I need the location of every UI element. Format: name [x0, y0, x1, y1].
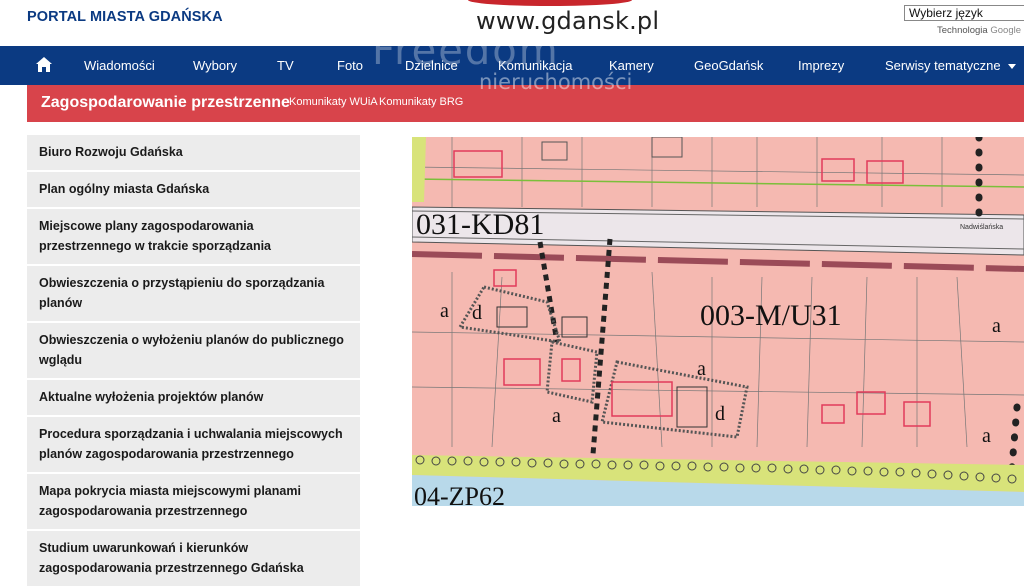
- sidebar-item-wylozenia-projektow[interactable]: Aktualne wyłożenia projektów planów: [27, 380, 360, 415]
- language-select[interactable]: Wybierz język: [904, 5, 1024, 21]
- link-komunikaty-brg[interactable]: Komunikaty BRG: [379, 96, 463, 108]
- section-title[interactable]: Zagospodarowanie przestrzenne: [41, 94, 290, 112]
- main-nav: Wiadomości Wybory TV Foto Dzielnice Komu…: [0, 46, 1024, 85]
- nav-item-imprezy[interactable]: Imprezy: [798, 46, 844, 85]
- map-label-a: a: [552, 405, 561, 427]
- sidebar-item-obwieszczenia-przystapienie[interactable]: Obwieszczenia o przystąpieniu do sporząd…: [27, 266, 360, 321]
- nav-item-serwisy[interactable]: Serwisy tematyczne: [885, 46, 1016, 85]
- map-label-street: Nadwiślańska: [960, 224, 1003, 231]
- nav-item-kamery[interactable]: Kamery: [609, 46, 654, 85]
- section-header: Zagospodarowanie przestrzenne Komunikaty…: [27, 85, 1024, 122]
- top-bar: PORTAL MIASTA GDAŃSKA www.gdansk.pl Wybi…: [0, 0, 1024, 46]
- sidebar-item-obwieszczenia-wylozenie[interactable]: Obwieszczenia o wyłożeniu planów do publ…: [27, 323, 360, 378]
- sidebar-item-mapa-pokrycia[interactable]: Mapa pokrycia miasta miejscowymi planami…: [27, 474, 360, 529]
- sidebar-item-studium[interactable]: Studium uwarunkowań i kierunków zagospod…: [27, 531, 360, 586]
- map-label-a: a: [697, 358, 706, 380]
- sidebar-item-plan-ogolny[interactable]: Plan ogólny miasta Gdańska: [27, 172, 360, 207]
- logo-text: www.gdansk.pl: [476, 7, 660, 35]
- zoning-plan-svg: 031-KD81 003-M/U31 04-ZP62 Nadwiślańska …: [412, 137, 1024, 506]
- nav-item-wybory[interactable]: Wybory: [193, 46, 237, 85]
- map-label-green: 04-ZP62: [414, 482, 505, 506]
- map-label-a: a: [440, 300, 449, 322]
- sidebar-item-biuro-rozwoju[interactable]: Biuro Rozwoju Gdańska: [27, 135, 360, 170]
- sidebar-item-procedura[interactable]: Procedura sporządzania i uchwalania miej…: [27, 417, 360, 472]
- map-label-zone: 003-M/U31: [700, 299, 842, 332]
- map-label-a: a: [982, 425, 991, 447]
- translate-label: Technologia: [937, 25, 988, 36]
- nav-item-dzielnice[interactable]: Dzielnice: [405, 46, 458, 85]
- map-label-d: d: [715, 403, 725, 425]
- nav-item-komunikacja[interactable]: Komunikacja: [498, 46, 572, 85]
- sidebar-item-plany-w-trakcie[interactable]: Miejscowe plany zagospodarowania przestr…: [27, 209, 360, 264]
- nav-item-serwisy-label: Serwisy tematyczne: [885, 58, 1001, 73]
- logo-arc: [468, 0, 632, 6]
- nav-item-wiadomosci[interactable]: Wiadomości: [84, 46, 155, 85]
- map-label-d: d: [472, 302, 482, 324]
- google-translate-credit: Technologia Google: [937, 25, 1021, 36]
- portal-title[interactable]: PORTAL MIASTA GDAŃSKA: [27, 9, 223, 25]
- zoning-plan-map[interactable]: 031-KD81 003-M/U31 04-ZP62 Nadwiślańska …: [412, 137, 1024, 506]
- home-icon[interactable]: [35, 56, 53, 73]
- nav-item-geogdansk[interactable]: GeoGdańsk: [694, 46, 763, 85]
- nav-item-foto[interactable]: Foto: [337, 46, 363, 85]
- nav-item-tv[interactable]: TV: [277, 46, 294, 85]
- gdansk-logo[interactable]: www.gdansk.pl: [468, 0, 659, 42]
- sidebar-menu: Biuro Rozwoju Gdańska Plan ogólny miasta…: [27, 135, 360, 588]
- chevron-down-icon: [1007, 64, 1016, 70]
- translate-brand: Google: [990, 25, 1021, 36]
- link-komunikaty-wuia[interactable]: Komunikaty WUiA: [289, 96, 378, 108]
- map-label-a: a: [992, 315, 1001, 337]
- map-label-road: 031-KD81: [416, 208, 544, 241]
